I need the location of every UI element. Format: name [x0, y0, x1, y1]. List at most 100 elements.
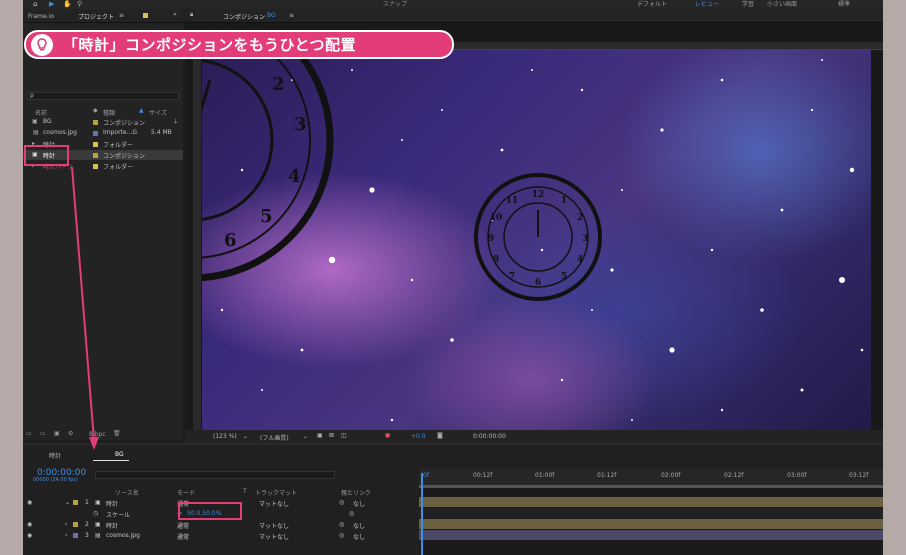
expand-arrow-icon[interactable]: ⌄	[65, 499, 70, 506]
timeline-tab-bg[interactable]: BG	[115, 451, 124, 458]
zoom-tool-icon[interactable]: ⚲	[77, 0, 82, 8]
svg-text:2: 2	[577, 213, 583, 223]
pickwhip-icon[interactable]: ◎	[339, 532, 344, 539]
search-input[interactable]: ρ	[27, 92, 179, 100]
column-source-name[interactable]: ソース名	[115, 488, 139, 497]
expand-arrow-icon[interactable]: ›	[65, 532, 67, 539]
workspace-learn[interactable]: 学習	[742, 0, 754, 8]
layer-row[interactable]: ◉ › 3 ▤ cosmos.jpg 通常 マットなし ◎ なし	[23, 530, 418, 541]
lock-icon[interactable]: 🔒︎	[190, 11, 193, 19]
playhead[interactable]	[421, 473, 423, 555]
settings-icon[interactable]: ⚙	[68, 430, 73, 437]
zoom-dropdown[interactable]: (123 %)	[213, 433, 237, 440]
search-icon: ρ	[30, 92, 34, 99]
stopwatch-icon[interactable]: ◷	[93, 510, 98, 517]
label-swatch	[73, 500, 78, 505]
track-matte-dropdown[interactable]: マットなし	[259, 532, 289, 541]
composition-canvas[interactable]: 234 56 12 1 2 345 678 9 10 11	[202, 50, 871, 430]
layer-3-bar[interactable]	[419, 530, 883, 540]
project-tab-row: Frame.io プロジェクト ≡ »	[23, 9, 183, 23]
project-footer: ▭ ▭ ▣ ⚙ 8 bpc 🗑︎	[23, 430, 183, 440]
expand-arrow-icon[interactable]: ›	[65, 521, 67, 528]
workspace-standard[interactable]: 標準	[838, 0, 850, 8]
flowchart-icon[interactable]: ⊥	[173, 118, 178, 125]
camera-icon[interactable]: ◙	[437, 432, 443, 439]
layer-row[interactable]: ◉ › 2 ▣ 時計 通常 マットなし ◎ なし	[23, 519, 418, 530]
hand-tool-icon[interactable]: ✋	[63, 0, 72, 8]
track-matte-dropdown[interactable]: マットなし	[259, 521, 289, 530]
workspace-default[interactable]: デフォルト	[637, 0, 667, 8]
highlight-scale-value	[178, 502, 242, 520]
new-folder-icon[interactable]: ▭	[40, 430, 46, 437]
trash-icon[interactable]: 🗑︎	[113, 430, 121, 437]
project-column-header: 名前 ◆ 種類 ▲ サイズ	[23, 107, 183, 117]
svg-text:7: 7	[509, 272, 515, 282]
workspace-review[interactable]: レビュー	[695, 0, 719, 8]
mask-icon[interactable]: ◫	[341, 432, 347, 439]
parent-dropdown[interactable]: なし	[353, 499, 365, 508]
composition-icon: ▣	[95, 521, 101, 528]
selection-tool-icon[interactable]: ▶	[49, 0, 54, 8]
pickwhip-icon[interactable]: ◎	[339, 499, 344, 506]
label-swatch	[73, 522, 78, 527]
timeline-tab-clock[interactable]: 時計	[49, 451, 61, 460]
timeline-track-area[interactable]: 0f 00:12f 01:00f 01:12f 02:00f 02:12f 03…	[419, 469, 883, 555]
panel-menu-icon[interactable]: ≡	[119, 12, 124, 19]
eye-icon[interactable]: ◉	[27, 532, 32, 539]
column-t[interactable]: T	[243, 488, 247, 495]
bpc-label[interactable]: 8 bpc	[89, 431, 106, 438]
layer-1-bar[interactable]	[419, 497, 883, 507]
mode-dropdown[interactable]: 通常	[177, 521, 189, 530]
project-tab[interactable]: プロジェクト	[78, 12, 114, 21]
home-icon[interactable]: ⌂	[33, 0, 37, 8]
svg-text:6: 6	[535, 278, 541, 288]
mode-dropdown[interactable]: 通常	[177, 532, 189, 541]
composition-tab-label[interactable]: コンポジション	[223, 12, 265, 21]
column-parent[interactable]: 親とリンク	[341, 488, 371, 497]
layer-2-bar[interactable]	[419, 519, 883, 529]
pickwhip-icon[interactable]: ◎	[349, 510, 354, 517]
label-icon: ◆	[93, 107, 98, 114]
eye-icon[interactable]: ◉	[27, 521, 32, 528]
layer-search-input[interactable]	[95, 471, 335, 479]
instruction-callout: 「時計」コンポジションをもうひとつ配置	[24, 30, 454, 59]
vertical-ruler	[193, 50, 201, 440]
svg-text:3: 3	[294, 114, 307, 135]
project-panel: ρ 名前 ◆ 種類 ▲ サイズ ▣ BG コンポジション ⊥ ▤ cosmos.…	[23, 23, 183, 440]
composition-tab-name[interactable]: BG	[267, 12, 276, 19]
svg-text:2: 2	[272, 74, 285, 95]
column-mode[interactable]: モード	[177, 488, 195, 497]
panel-menu-icon[interactable]: ≡	[289, 12, 294, 19]
exposure-value[interactable]: +0.0	[411, 433, 426, 440]
effects-tab-swatch	[143, 13, 148, 18]
new-composition-icon[interactable]: ▣	[54, 430, 60, 437]
callout-text: 「時計」コンポジションをもうひとつ配置	[63, 36, 357, 54]
frameio-tab[interactable]: Frame.io	[28, 13, 54, 20]
column-track-matte[interactable]: トラックマット	[255, 488, 297, 497]
color-wheel-icon[interactable]: ●	[385, 432, 390, 439]
parent-dropdown[interactable]: なし	[353, 521, 365, 530]
project-item-bg[interactable]: ▣ BG コンポジション ⊥	[23, 117, 183, 127]
column-size[interactable]: サイズ	[149, 108, 167, 117]
work-area-bar[interactable]	[419, 485, 883, 488]
tool-bar: ⌂ ▶ ✋ ⚲ スナップ デフォルト レビュー 学習 小さい画面 標準	[23, 0, 883, 9]
workspace-small-screen[interactable]: 小さい画面	[767, 0, 797, 8]
composition-tab-row: 🔒︎ コンポジション BG ≡	[185, 9, 883, 23]
current-time-field[interactable]: 0:00:00:00	[473, 433, 506, 440]
svg-text:6: 6	[224, 230, 237, 251]
image-file-icon: ▤	[33, 129, 39, 136]
interpret-footage-icon[interactable]: ▭	[26, 430, 32, 437]
parent-dropdown[interactable]: なし	[353, 532, 365, 541]
panel-overflow-icon[interactable]: »	[173, 11, 177, 18]
track-matte-dropdown[interactable]: マットなし	[259, 499, 289, 508]
column-name[interactable]: 名前	[35, 108, 47, 117]
pickwhip-icon[interactable]: ◎	[339, 521, 344, 528]
snap-label[interactable]: スナップ	[383, 0, 407, 8]
resolution-dropdown[interactable]: (フル画質)	[260, 433, 289, 442]
label-swatch	[93, 142, 98, 147]
transparency-grid-icon[interactable]: ⊠	[329, 432, 334, 439]
eye-icon[interactable]: ◉	[27, 499, 32, 506]
column-type[interactable]: 種類	[103, 108, 115, 117]
region-of-interest-icon[interactable]: ▣	[317, 432, 323, 439]
project-item-cosmos[interactable]: ▤ cosmos.jpg Importe...G 5.4 MB	[23, 128, 183, 138]
